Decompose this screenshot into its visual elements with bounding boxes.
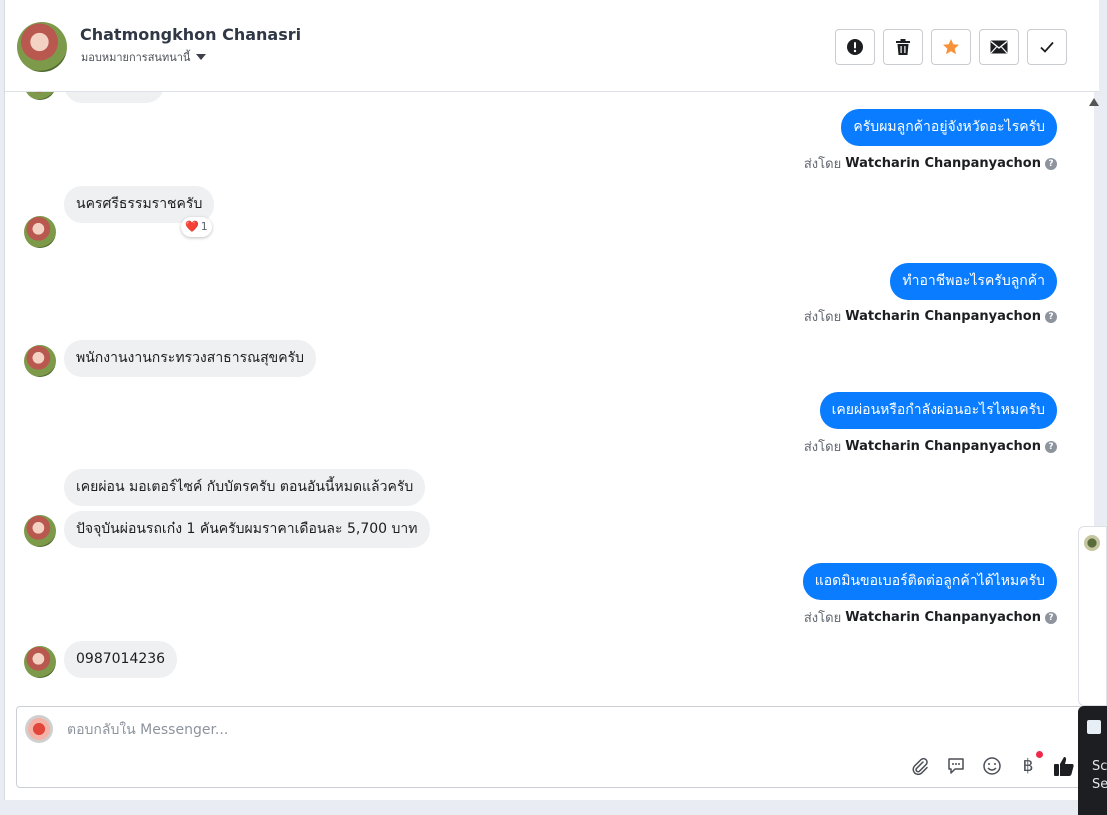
sender-name[interactable]: Watcharin Chanpanyachon (845, 309, 1041, 324)
message-incoming[interactable]: ปัจจุบันผ่อนรถเก๋ง 1 คันครับผมราคาเดือนล… (64, 511, 430, 548)
envelope-icon (990, 40, 1008, 54)
help-icon[interactable]: ? (1045, 440, 1057, 453)
notification-dot (1036, 751, 1043, 758)
sent-by-label: ส่งโดย (803, 440, 842, 455)
help-icon[interactable]: ? (1045, 157, 1057, 170)
page-avatar (25, 715, 53, 743)
message-incoming[interactable]: พนักงานงานกระทรวงสาธารณสุขครับ (64, 340, 316, 377)
side-notification-panel[interactable]: Sc Se (1078, 706, 1107, 815)
scroll-up-arrow[interactable] (1089, 98, 1099, 106)
message-reaction[interactable]: ❤️ 1 (181, 217, 212, 237)
message-outgoing[interactable]: แอดมินขอเบอร์ติดต่อลูกค้าได้ไหมครับ (802, 563, 1057, 600)
contact-name[interactable]: Chatmongkhon Chanasri (80, 25, 301, 44)
reaction-count: 1 (200, 220, 208, 233)
attach-button[interactable] (909, 755, 931, 777)
baht-icon: ฿ (1022, 756, 1034, 776)
contact-avatar-small (24, 92, 56, 100)
contact-avatar[interactable] (17, 22, 67, 72)
delete-button[interactable] (883, 29, 923, 65)
sent-by: ส่งโดย Watcharin Chanpanyachon ? (804, 306, 1057, 327)
thumbs-up-icon (1054, 757, 1074, 776)
help-icon[interactable]: ? (1045, 310, 1057, 323)
checkmark-icon (1040, 41, 1054, 53)
sent-by-label: ส่งโดย (803, 310, 842, 325)
mark-done-button[interactable] (1027, 29, 1067, 65)
conversation-header: Chatmongkhon Chanasri มอบหมายการสนทนานี้ (5, 0, 1099, 92)
contact-avatar-small (24, 515, 56, 547)
reply-input[interactable] (65, 719, 965, 741)
message-incoming-partial (64, 92, 164, 103)
contact-avatar-small (24, 216, 56, 248)
screenshot-icon (1087, 720, 1101, 734)
paperclip-icon (912, 757, 928, 776)
sent-by: ส่งโดย Watcharin Chanpanyachon ? (804, 153, 1057, 174)
conversation-actions (835, 29, 1067, 65)
sent-by-label: ส่งโดย (803, 157, 842, 172)
star-icon (943, 39, 959, 55)
sent-by: ส่งโดย Watcharin Chanpanyachon ? (804, 436, 1057, 457)
payment-button[interactable]: ฿ (1017, 751, 1043, 777)
side-text-line1: Sc (1092, 759, 1107, 774)
emoji-button[interactable] (981, 755, 1003, 777)
reply-composer: ฿ (16, 706, 1086, 788)
composer-tools: ฿ (909, 751, 1075, 777)
assign-conversation-dropdown[interactable]: มอบหมายการสนทนานี้ (81, 48, 207, 66)
message-thread[interactable]: ครับผมลูกค้าอยู่จังหวัดอะไรครับ ส่งโดย W… (5, 92, 1085, 697)
sender-name[interactable]: Watcharin Chanpanyachon (845, 439, 1041, 454)
sent-by-label: ส่งโดย (803, 611, 842, 626)
side-notification-text: Sc Se (1092, 758, 1107, 794)
message-incoming[interactable]: เคยผ่อน มอเตอร์ไซค์ กับบัตรครับ ตอนอันนี… (64, 469, 426, 506)
mail-button[interactable] (979, 29, 1019, 65)
smiley-icon (983, 757, 1001, 775)
contact-avatar-small (24, 646, 56, 678)
report-button[interactable] (835, 29, 875, 65)
conversation-panel: Chatmongkhon Chanasri มอบหมายการสนทนานี้ (4, 0, 1099, 800)
side-text-line2: Se (1092, 777, 1107, 792)
message-outgoing[interactable]: ครับผมลูกค้าอยู่จังหวัดอะไรครับ (841, 109, 1057, 146)
star-button[interactable] (931, 29, 971, 65)
sender-name[interactable]: Watcharin Chanpanyachon (845, 156, 1041, 171)
side-chat-card[interactable] (1078, 526, 1107, 706)
chat-bubble-icon (948, 758, 964, 774)
message-outgoing[interactable]: เคยผ่อนหรือกำลังผ่อนอะไรไหมครับ (819, 392, 1057, 429)
message-incoming[interactable]: 0987014236 (64, 641, 178, 678)
chevron-down-icon (196, 54, 207, 60)
like-button[interactable] (1053, 755, 1075, 777)
sent-by: ส่งโดย Watcharin Chanpanyachon ? (804, 607, 1057, 628)
trash-icon (896, 39, 910, 55)
exclamation-circle-icon (847, 39, 863, 55)
sender-name[interactable]: Watcharin Chanpanyachon (845, 610, 1041, 625)
assign-label: มอบหมายการสนทนานี้ (81, 51, 191, 64)
heart-icon: ❤️ (185, 220, 199, 233)
help-icon[interactable]: ? (1045, 611, 1057, 624)
contact-avatar-small (24, 345, 56, 377)
side-chat-avatar (1084, 535, 1100, 551)
saved-replies-button[interactable] (945, 755, 967, 777)
message-outgoing[interactable]: ทำอาชีพอะไรครับลูกค้า (890, 263, 1057, 300)
